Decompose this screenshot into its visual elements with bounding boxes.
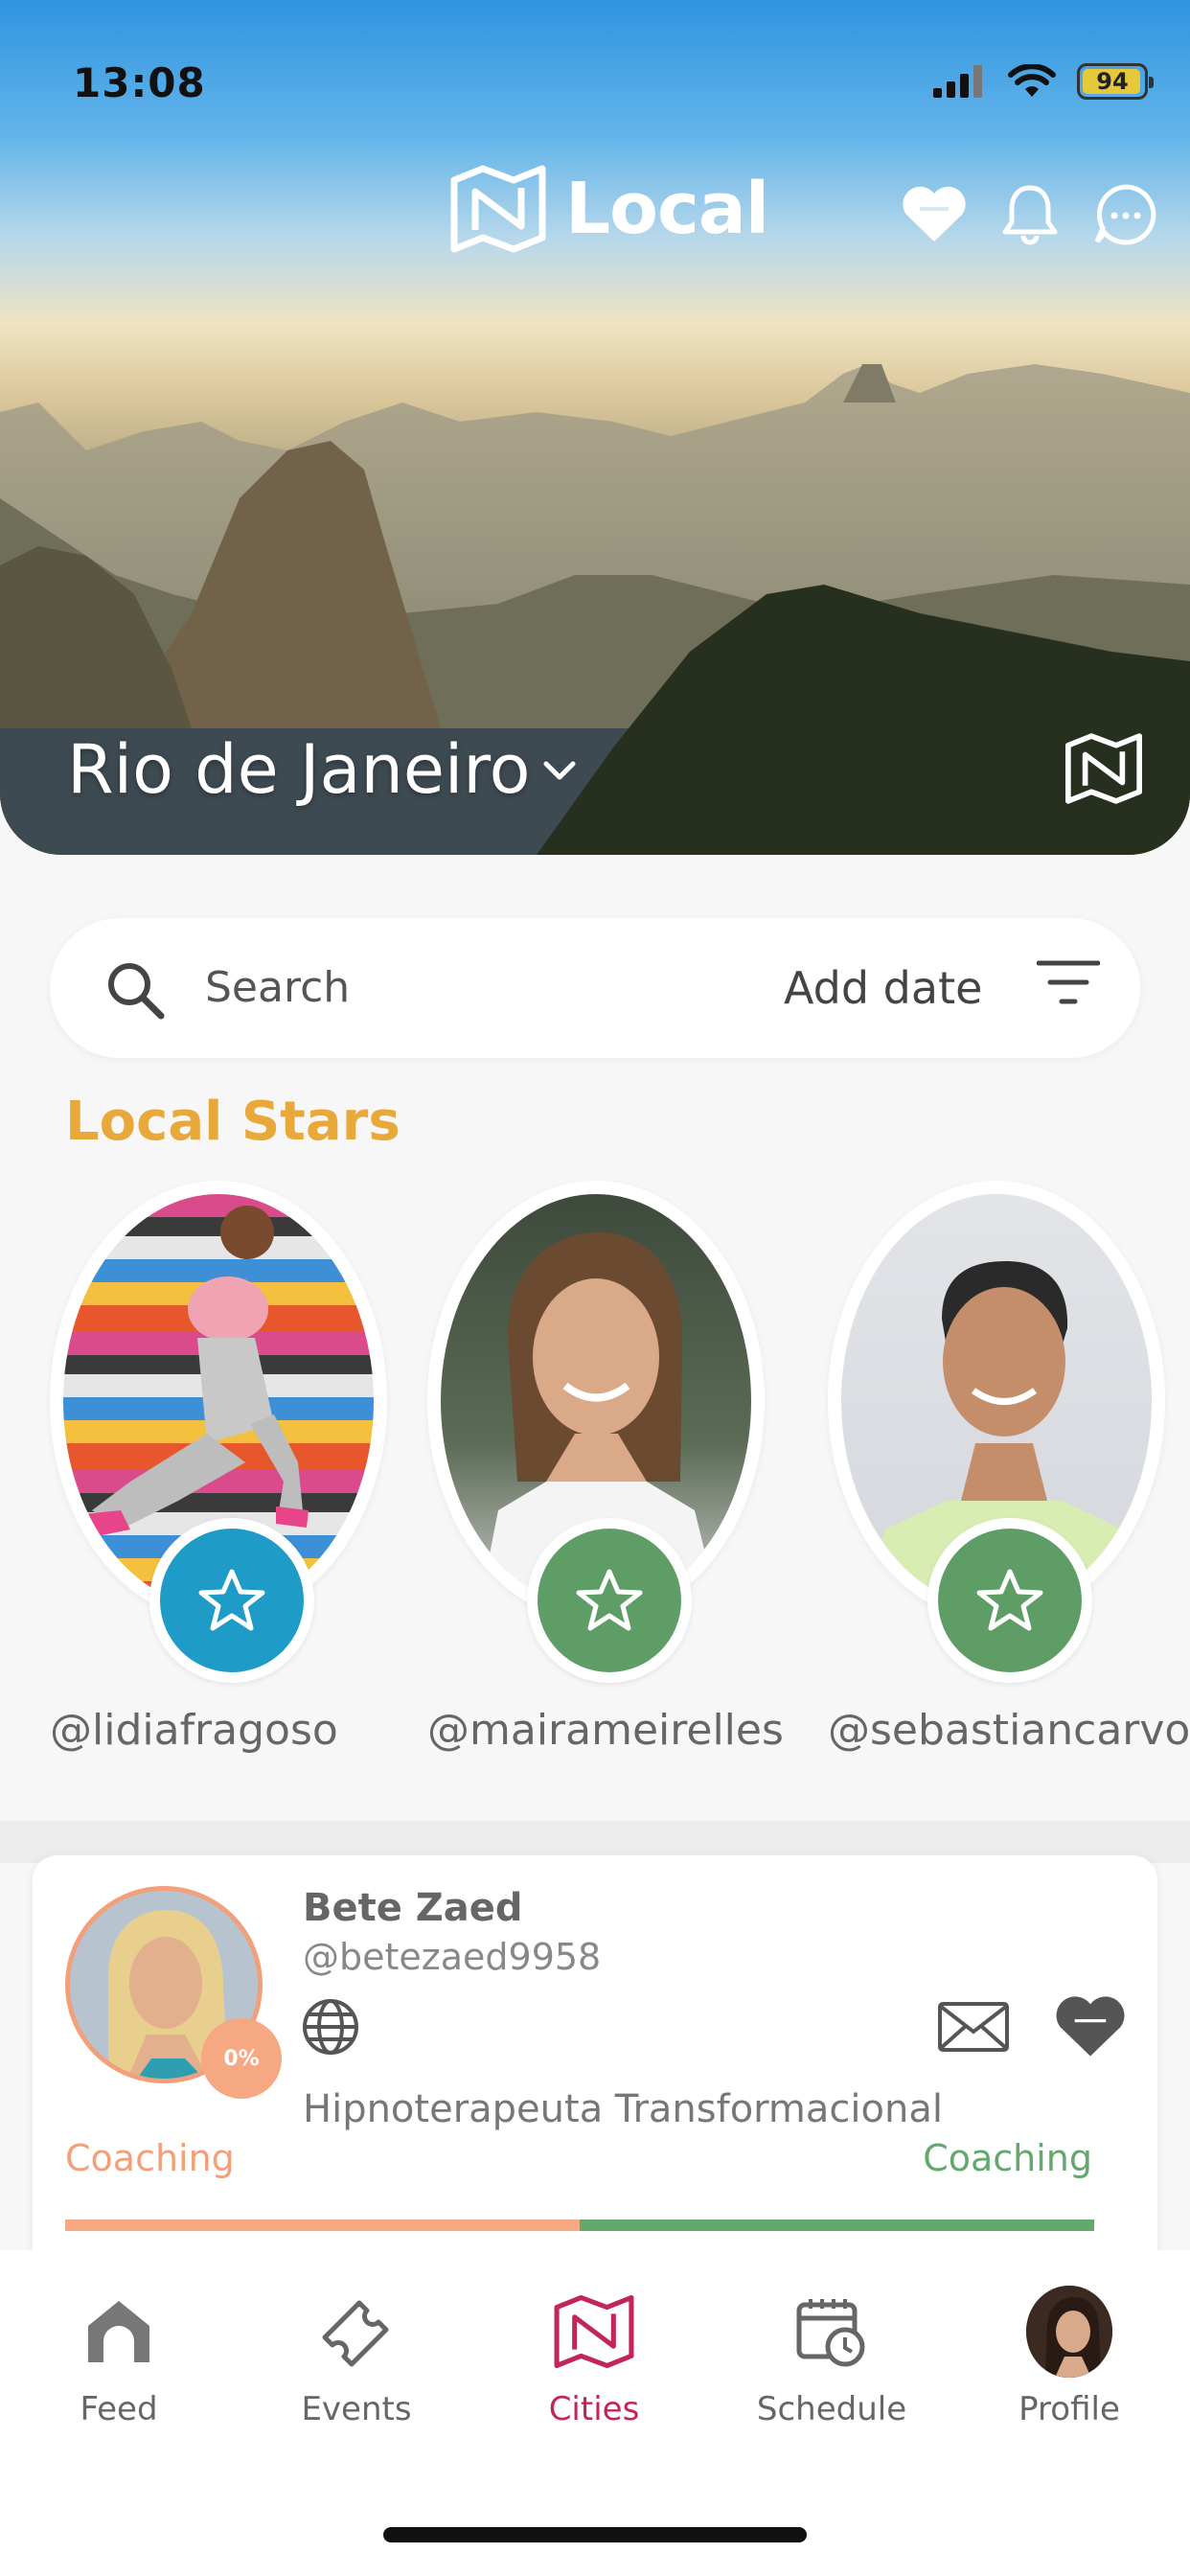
star-icon (976, 1569, 1043, 1631)
star-badge (927, 1518, 1092, 1683)
tab-label: Cities (548, 2390, 640, 2428)
wifi-icon (1008, 64, 1056, 97)
header-actions (901, 180, 1159, 247)
tab-feed[interactable]: Feed (23, 2288, 215, 2428)
search-input[interactable] (205, 958, 492, 1016)
map-icon (554, 2294, 634, 2369)
signal-icon (933, 65, 982, 98)
messages-button[interactable] (1092, 180, 1159, 247)
star-badge (149, 1518, 314, 1683)
mail-icon[interactable] (937, 2001, 1010, 2053)
app-name: Local (565, 168, 769, 250)
category-progress-bar (65, 2220, 1094, 2231)
tab-cities[interactable]: Cities (498, 2288, 690, 2428)
tab-schedule[interactable]: Schedule (736, 2288, 927, 2428)
favorites-button[interactable] (901, 180, 968, 247)
logo-map-icon (450, 165, 546, 253)
city-selector[interactable]: Rio de Janeiro (67, 730, 578, 809)
star-handle: @mairameirelles (427, 1706, 784, 1755)
chevron-down-icon (543, 761, 576, 780)
star-handle: @lidiafragoso (50, 1706, 338, 1755)
home-icon (88, 2301, 149, 2362)
category-label-left: Coaching (65, 2137, 235, 2179)
tab-label: Profile (1018, 2390, 1120, 2428)
rio-landscape-image (0, 364, 1190, 855)
add-date-button[interactable]: Add date (784, 962, 982, 1014)
calendar-clock-icon (796, 2299, 865, 2367)
home-indicator (383, 2527, 807, 2542)
progress-badge: 0% (201, 2018, 282, 2099)
map-icon (1065, 733, 1142, 804)
battery-icon: 94 (1077, 63, 1154, 100)
heart-icon (903, 186, 966, 242)
star-badge (527, 1518, 692, 1683)
ticket-icon (322, 2300, 389, 2367)
star-icon (198, 1569, 265, 1631)
tab-profile[interactable]: Profile (973, 2286, 1165, 2428)
local-stars-title: Local Stars (65, 1091, 400, 1153)
bell-icon (1002, 185, 1058, 245)
heart-icon[interactable] (1054, 1993, 1127, 2058)
local-stars-carousel[interactable]: @lidiafragoso @mairameirelles @sebastian… (0, 1181, 1190, 1775)
avatar (1026, 2286, 1112, 2378)
tab-label: Schedule (756, 2390, 907, 2428)
star-handle: @sebastiancarvo (828, 1706, 1190, 1755)
chat-bubble-icon (1094, 184, 1156, 245)
map-view-button[interactable] (1064, 728, 1144, 809)
status-icons: 94 (933, 63, 1154, 100)
globe-icon[interactable] (299, 1995, 362, 2058)
filter-icon[interactable] (1037, 958, 1100, 1006)
city-hero: 13:08 94 Local Rio de Janeiro (0, 0, 1190, 855)
profile-card[interactable]: 0% Bete Zaed @betezaed9958 Hipnoterapeut… (33, 1855, 1157, 2258)
search-icon (108, 963, 165, 1020)
tab-label: Events (301, 2390, 412, 2428)
battery-level: 94 (1096, 68, 1129, 95)
city-name: Rio de Janeiro (67, 730, 531, 809)
category-label-right: Coaching (923, 2137, 1092, 2179)
profile-handle: @betezaed9958 (303, 1936, 602, 1978)
status-time: 13:08 (73, 59, 206, 106)
app-logo: Local (448, 163, 769, 255)
tab-label: Feed (80, 2390, 158, 2428)
notifications-button[interactable] (996, 180, 1064, 247)
star-icon (576, 1569, 643, 1631)
tab-events[interactable]: Events (261, 2288, 452, 2428)
profile-name[interactable]: Bete Zaed (303, 1886, 523, 1930)
profile-description: Hipnoterapeuta Transformacional (303, 2087, 943, 2131)
